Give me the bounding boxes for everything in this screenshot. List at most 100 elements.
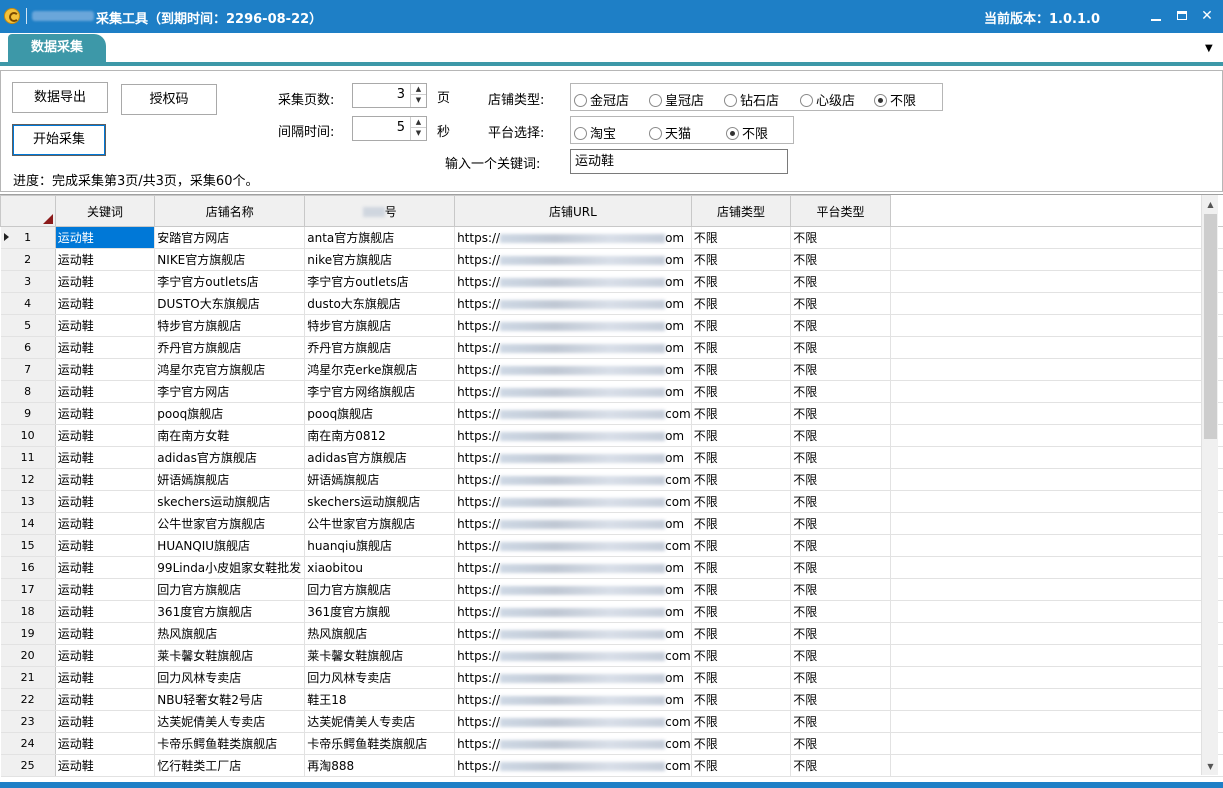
cell-account[interactable]: 特步官方旗舰店 (304, 314, 456, 337)
cell-shop-name[interactable]: adidas官方旗舰店 (154, 446, 306, 469)
cell-shop-type[interactable]: 不限 (691, 380, 792, 403)
shop-type-diamond[interactable]: 钻石店 (724, 90, 779, 109)
cell-account[interactable]: 莱卡馨女鞋旗舰店 (304, 644, 456, 667)
cell-shop-type[interactable]: 不限 (691, 600, 792, 623)
cell-platform[interactable]: 不限 (790, 314, 891, 337)
cell-shop-type[interactable]: 不限 (691, 578, 792, 601)
cell-shop-url[interactable]: https:// com (454, 732, 692, 755)
row-header[interactable]: 11 (0, 446, 56, 469)
scroll-up-icon[interactable]: ▲ (1202, 196, 1219, 213)
row-header[interactable]: 1 (0, 226, 56, 249)
cell-shop-name[interactable]: NBU轻奢女鞋2号店 (154, 688, 306, 711)
cell-keyword[interactable]: 运动鞋 (55, 710, 156, 733)
row-header[interactable]: 8 (0, 380, 56, 403)
cell-shop-name[interactable]: 妍语嫣旗舰店 (154, 468, 306, 491)
cell-shop-url[interactable]: https:// com (454, 710, 692, 733)
table-row[interactable]: 14 运动鞋 公牛世家官方旗舰店 公牛世家官方旗舰店 https://om 不限 不限 (0, 512, 1223, 535)
cell-keyword[interactable]: 运动鞋 (55, 270, 156, 293)
table-row[interactable]: 9 运动鞋 pooq旗舰店 pooq旗舰店 https://com 不限 不限 (0, 402, 1223, 425)
row-header[interactable]: 16 (0, 556, 56, 579)
table-row[interactable]: 22 运动鞋 NBU轻奢女鞋2号店 鞋王18 https:// om 不限 不限 (0, 688, 1223, 711)
table-row[interactable]: 2 运动鞋 NIKE官方旗舰店 nike官方旗舰店 https:// om 不限 不限 (0, 248, 1223, 271)
cell-shop-name[interactable]: 南在南方女鞋 (154, 424, 306, 447)
cell-keyword[interactable]: 运动鞋 (55, 644, 156, 667)
cell-shop-url[interactable]: https:// om (454, 446, 692, 469)
pages-down-icon[interactable]: ▼ (411, 95, 426, 106)
table-row[interactable]: 25 运动鞋 忆行鞋类工厂店 再淘888 https://com 不限 不限 (0, 754, 1223, 777)
cell-shop-url[interactable]: https:// om (454, 424, 692, 447)
cell-shop-url[interactable]: https:// om (454, 600, 692, 623)
cell-shop-name[interactable]: 公牛世家官方旗舰店 (154, 512, 306, 535)
cell-shop-url[interactable]: https:// com (454, 754, 692, 777)
table-row[interactable]: 13 运动鞋 skechers运动旗舰店 skechers运动旗舰店 https://c… (0, 490, 1223, 513)
cell-shop-type[interactable]: 不限 (691, 270, 792, 293)
minimize-button[interactable] (1146, 6, 1166, 26)
tab-data-collection[interactable]: 数据采集 (8, 34, 106, 62)
cell-account[interactable]: 361度官方旗舰 (304, 600, 456, 623)
cell-platform[interactable]: 不限 (790, 600, 891, 623)
pages-up-icon[interactable]: ▲ (411, 84, 426, 95)
cell-platform[interactable]: 不限 (790, 248, 891, 271)
cell-shop-url[interactable]: https:// om (454, 688, 692, 711)
cell-shop-name[interactable]: 李宁官方outlets店 (154, 270, 306, 293)
cell-keyword[interactable]: 运动鞋 (55, 622, 156, 645)
cell-account[interactable]: 卡帝乐鳄鱼鞋类旗舰店 (304, 732, 456, 755)
cell-shop-url[interactable]: https:// com (454, 644, 692, 667)
table-row[interactable]: 18 运动鞋 361度官方旗舰店 361度官方旗舰 https:// om 不限 不限 (0, 600, 1223, 623)
close-button[interactable]: ✕ (1197, 6, 1217, 26)
cell-shop-name[interactable]: 达芙妮倩美人专卖店 (154, 710, 306, 733)
cell-account[interactable]: xiaobitou (304, 556, 456, 579)
cell-account[interactable]: 李宁官方outlets店 (304, 270, 456, 293)
shop-type-heart[interactable]: 心级店 (800, 90, 855, 109)
cell-account[interactable]: anta官方旗舰店 (304, 226, 456, 249)
cell-shop-name[interactable]: 特步官方旗舰店 (154, 314, 306, 337)
cell-shop-url[interactable]: https:// com (454, 468, 692, 491)
row-header[interactable]: 5 (0, 314, 56, 337)
table-row[interactable]: 5 运动鞋 特步官方旗舰店 特步官方旗舰店 https://om 不限 不限 (0, 314, 1223, 337)
cell-platform[interactable]: 不限 (790, 292, 891, 315)
table-row[interactable]: 6 运动鞋 乔丹官方旗舰店 乔丹官方旗舰店 https://om 不限 不限 (0, 336, 1223, 359)
cell-keyword[interactable]: 运动鞋 (55, 424, 156, 447)
cell-keyword[interactable]: 运动鞋 (55, 688, 156, 711)
cell-account[interactable]: 李宁官方网络旗舰店 (304, 380, 456, 403)
row-header[interactable]: 9 (0, 402, 56, 425)
cell-shop-type[interactable]: 不限 (691, 292, 792, 315)
keyword-input[interactable]: 运动鞋 (570, 149, 788, 174)
cell-shop-name[interactable]: skechers运动旗舰店 (154, 490, 306, 513)
cell-shop-name[interactable]: 热风旗舰店 (154, 622, 306, 645)
scroll-thumb[interactable] (1204, 214, 1217, 439)
cell-keyword[interactable]: 运动鞋 (55, 226, 156, 249)
cell-shop-url[interactable]: https:// com (454, 490, 692, 513)
cell-platform[interactable]: 不限 (790, 270, 891, 293)
cell-platform[interactable]: 不限 (790, 622, 891, 645)
cell-platform[interactable]: 不限 (790, 754, 891, 777)
cell-platform[interactable]: 不限 (790, 490, 891, 513)
cell-shop-url[interactable]: https:// om (454, 314, 692, 337)
cell-keyword[interactable]: 运动鞋 (55, 446, 156, 469)
interval-down-icon[interactable]: ▼ (411, 128, 426, 139)
cell-shop-url[interactable]: https:// om (454, 622, 692, 645)
cell-keyword[interactable]: 运动鞋 (55, 292, 156, 315)
cell-keyword[interactable]: 运动鞋 (55, 248, 156, 271)
row-header[interactable]: 12 (0, 468, 56, 491)
vertical-scrollbar[interactable]: ▲ ▼ (1201, 195, 1218, 775)
row-header[interactable]: 25 (0, 754, 56, 777)
cell-shop-name[interactable]: 99Linda小皮姐家女鞋批发 (154, 556, 306, 579)
cell-shop-name[interactable]: 莱卡馨女鞋旗舰店 (154, 644, 306, 667)
cell-account[interactable]: skechers运动旗舰店 (304, 490, 456, 513)
row-header[interactable]: 3 (0, 270, 56, 293)
cell-account[interactable]: 南在南方0812 (304, 424, 456, 447)
cell-platform[interactable]: 不限 (790, 710, 891, 733)
table-row[interactable]: 15 运动鞋 HUANQIU旗舰店 huanqiu旗舰店 https://com 不限 不限 (0, 534, 1223, 557)
cell-shop-type[interactable]: 不限 (691, 402, 792, 425)
cell-keyword[interactable]: 运动鞋 (55, 666, 156, 689)
cell-shop-name[interactable]: 回力风林专卖店 (154, 666, 306, 689)
cell-account[interactable]: 回力风林专卖店 (304, 666, 456, 689)
cell-shop-url[interactable]: https:// om (454, 336, 692, 359)
cell-platform[interactable]: 不限 (790, 512, 891, 535)
cell-account[interactable]: 妍语嫣旗舰店 (304, 468, 456, 491)
interval-stepper[interactable]: 5 ▲ ▼ (352, 116, 427, 141)
cell-shop-type[interactable]: 不限 (691, 688, 792, 711)
pages-stepper[interactable]: 3 ▲ ▼ (352, 83, 427, 108)
table-row[interactable]: 1 运动鞋 安踏官方网店 anta官方旗舰店 https:// om 不限 不限 (0, 226, 1223, 249)
